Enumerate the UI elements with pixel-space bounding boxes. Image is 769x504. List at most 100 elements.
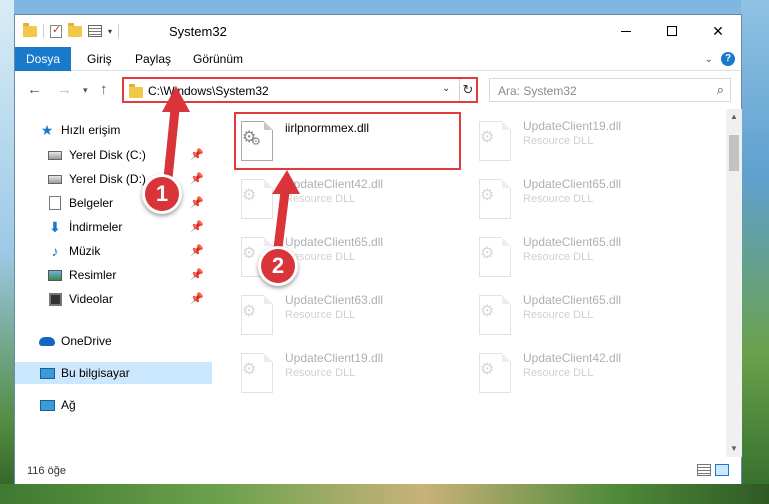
nav-label: Ağ bbox=[61, 398, 76, 412]
search-box[interactable]: Ara: System32 ⌕ bbox=[489, 78, 731, 102]
pin-icon[interactable]: 📌 bbox=[190, 244, 204, 257]
music-icon: ♪ bbox=[51, 243, 59, 259]
nav-label: Hızlı erişim bbox=[61, 123, 121, 137]
file-item[interactable]: ⚙ UpdateClient42.dll Resource DLL bbox=[473, 345, 703, 403]
up-arrow-icon[interactable]: ↑ bbox=[100, 81, 108, 98]
scrollbar-thumb[interactable] bbox=[729, 135, 739, 171]
search-input[interactable]: Ara: System32 bbox=[498, 84, 577, 98]
pin-icon[interactable]: 📌 bbox=[190, 148, 204, 161]
videos-icon bbox=[47, 292, 63, 306]
details-view-icon[interactable] bbox=[697, 464, 711, 476]
nav-label: Yerel Disk (D:) bbox=[69, 172, 146, 186]
navigation-pane: ★ Hızlı erişim Yerel Disk (C:) 📌 Yerel D… bbox=[15, 109, 212, 457]
nav-documents[interactable]: Belgeler 📌 bbox=[15, 192, 212, 214]
file-list: ⚙ ⚙ iirlpnormmex.dll ⚙ UpdateClient19.dl… bbox=[213, 109, 725, 457]
desktop-background-right bbox=[741, 0, 769, 504]
step-badge-2: 2 bbox=[258, 246, 298, 286]
pin-icon[interactable]: 📌 bbox=[190, 172, 204, 185]
gear-icon: ⚙ bbox=[242, 245, 257, 262]
tab-view[interactable]: Görünüm bbox=[193, 47, 243, 71]
nav-label: Yerel Disk (C:) bbox=[69, 148, 146, 162]
nav-downloads[interactable]: ⬇ İndirmeler 📌 bbox=[15, 216, 212, 238]
scroll-up-icon[interactable]: ▲ bbox=[726, 109, 742, 125]
minimize-button[interactable] bbox=[603, 15, 649, 47]
file-name: UpdateClient19.dll bbox=[285, 351, 384, 365]
gear-icon: ⚙ bbox=[480, 187, 495, 204]
gear-icon: ⚙ bbox=[480, 303, 495, 320]
address-row: ← → ▾ ↑ C:\Windows\System32 ⌄ ↻ Ara: Sys… bbox=[15, 72, 741, 108]
tab-home[interactable]: Giriş bbox=[87, 47, 112, 71]
maximize-button[interactable] bbox=[649, 15, 695, 47]
tab-file[interactable]: Dosya bbox=[15, 47, 71, 71]
ribbon-controls: ⌄ ? bbox=[705, 52, 735, 66]
network-icon bbox=[39, 398, 55, 412]
file-name: UpdateClient19.dll bbox=[523, 119, 622, 133]
file-item[interactable]: ⚙ UpdateClient19.dll Resource DLL bbox=[235, 345, 465, 403]
file-item[interactable]: ⚙ UpdateClient42.dll Resource DLL bbox=[235, 171, 465, 229]
gear-icon: ⚙ bbox=[242, 361, 257, 378]
address-bar[interactable]: C:\Windows\System32 ⌄ ↻ bbox=[122, 77, 478, 103]
nav-network[interactable]: Ağ bbox=[15, 394, 212, 416]
view-switcher bbox=[697, 464, 729, 476]
nav-quick-access[interactable]: ★ Hızlı erişim bbox=[15, 119, 212, 141]
desktop-background-left bbox=[0, 0, 14, 504]
maximize-icon bbox=[667, 26, 677, 36]
vertical-scrollbar[interactable]: ▲ ▼ bbox=[726, 109, 742, 457]
pin-icon[interactable]: 📌 bbox=[190, 220, 204, 233]
status-bar: 116 öğe bbox=[15, 457, 741, 484]
back-arrow-icon[interactable]: ← bbox=[27, 81, 42, 98]
nav-label: Videolar bbox=[69, 292, 113, 306]
recent-locations-icon[interactable]: ▾ bbox=[83, 85, 88, 96]
file-type: Resource DLL bbox=[285, 367, 356, 379]
tab-share[interactable]: Paylaş bbox=[135, 47, 171, 71]
file-explorer-window: ▾ System32 ✕ Dosya Giriş Paylaş Görünüm … bbox=[14, 14, 742, 484]
nav-music[interactable]: ♪ Müzik 📌 bbox=[15, 240, 212, 262]
pin-icon[interactable]: 📌 bbox=[190, 292, 204, 305]
address-path[interactable]: C:\Windows\System32 bbox=[148, 84, 269, 98]
tiles-view-icon[interactable] bbox=[715, 464, 729, 476]
nav-local-disk-c[interactable]: Yerel Disk (C:) 📌 bbox=[15, 144, 212, 166]
file-item[interactable]: ⚙ UpdateClient65.dll Resource DLL bbox=[473, 229, 703, 287]
chevron-down-icon[interactable]: ⌄ bbox=[705, 54, 713, 65]
folder-icon bbox=[23, 22, 37, 37]
file-type: Resource DLL bbox=[523, 193, 594, 205]
close-button[interactable]: ✕ bbox=[695, 15, 741, 47]
nav-onedrive[interactable]: OneDrive bbox=[15, 330, 212, 352]
gear-icon: ⚙ bbox=[242, 187, 257, 204]
file-name: UpdateClient42.dll bbox=[285, 177, 384, 191]
nav-videos[interactable]: Videolar 📌 bbox=[15, 288, 212, 310]
scroll-down-icon[interactable]: ▼ bbox=[726, 441, 742, 457]
toolbar-separator bbox=[43, 24, 44, 38]
properties-check-icon[interactable] bbox=[50, 23, 62, 38]
address-dropdown-icon[interactable]: ⌄ bbox=[442, 83, 450, 94]
file-item[interactable]: ⚙ UpdateClient63.dll Resource DLL bbox=[235, 287, 465, 345]
file-name: UpdateClient42.dll bbox=[523, 351, 622, 365]
nav-this-pc[interactable]: Bu bilgisayar bbox=[15, 362, 212, 384]
refresh-icon[interactable]: ↻ bbox=[459, 79, 476, 101]
file-name: UpdateClient65.dll bbox=[523, 235, 622, 249]
file-item[interactable]: ⚙ UpdateClient65.dll Resource DLL bbox=[473, 171, 703, 229]
quick-access-toolbar: ▾ bbox=[23, 22, 120, 38]
cloud-icon bbox=[39, 334, 55, 348]
pin-icon[interactable]: 📌 bbox=[190, 196, 204, 209]
minimize-icon bbox=[621, 30, 631, 32]
properties-icon[interactable] bbox=[88, 25, 102, 37]
star-icon: ★ bbox=[40, 121, 54, 138]
file-name: UpdateClient65.dll bbox=[285, 235, 384, 249]
nav-local-disk-d[interactable]: Yerel Disk (D:) 📌 bbox=[15, 168, 212, 190]
file-item[interactable]: ⚙ UpdateClient19.dll Resource DLL bbox=[473, 113, 703, 171]
downloads-icon: ⬇ bbox=[49, 218, 61, 235]
help-icon[interactable]: ? bbox=[721, 52, 735, 66]
nav-pictures[interactable]: Resimler 📌 bbox=[15, 264, 212, 286]
file-item[interactable]: ⚙ UpdateClient65.dll Resource DLL bbox=[473, 287, 703, 345]
forward-arrow-icon[interactable]: → bbox=[57, 81, 72, 98]
file-type: Resource DLL bbox=[285, 193, 356, 205]
new-folder-icon[interactable] bbox=[68, 22, 82, 37]
customize-toolbar-icon[interactable]: ▾ bbox=[108, 27, 112, 36]
search-icon[interactable]: ⌕ bbox=[717, 82, 724, 98]
gear-icon: ⚙ bbox=[480, 245, 495, 262]
nav-label: Belgeler bbox=[69, 196, 114, 210]
gear-icon: ⚙ bbox=[242, 303, 257, 320]
folder-icon bbox=[129, 84, 143, 98]
pin-icon[interactable]: 📌 bbox=[190, 268, 204, 281]
